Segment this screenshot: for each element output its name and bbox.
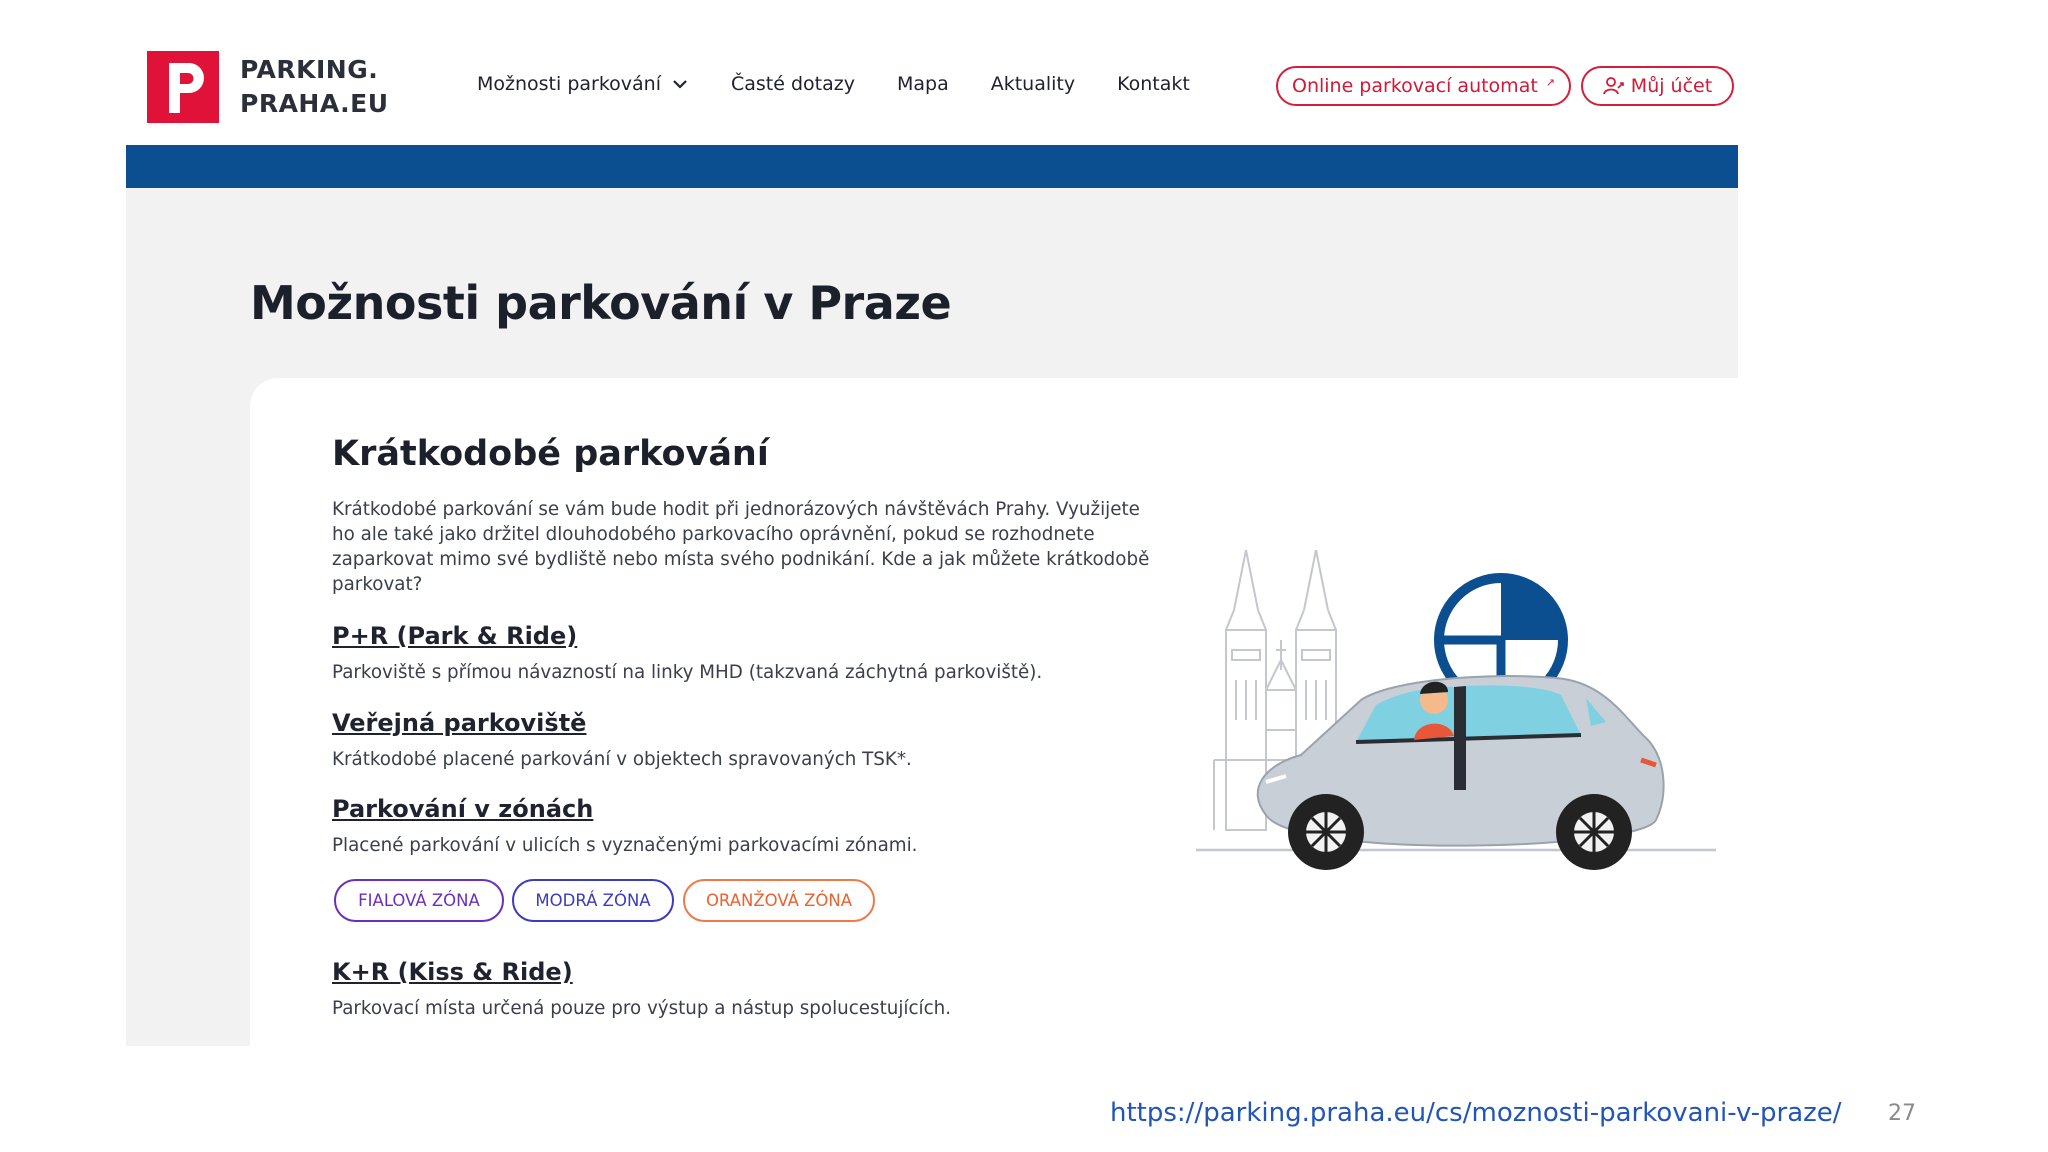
logo-p-icon: [147, 51, 219, 123]
logo-wordmark: PARKING. PRAHA.EU: [240, 53, 389, 121]
source-url-link[interactable]: https://parking.praha.eu/cs/moznosti-par…: [1110, 1098, 1842, 1128]
option-link-verejna-parkoviste[interactable]: Veřejná parkoviště: [332, 709, 586, 737]
logo-line-2: PRAHA.EU: [240, 89, 389, 118]
my-account-button[interactable]: Můj účet: [1581, 66, 1734, 106]
main-nav: Možnosti parkování Časté dotazy Mapa Akt…: [477, 73, 1190, 95]
button-label: Online parkovací automat: [1291, 75, 1538, 97]
nav-item-label: Kontakt: [1117, 73, 1190, 95]
online-parking-meter-button[interactable]: Online parkovací automat ↗: [1276, 66, 1571, 106]
car-icon: [1256, 675, 1665, 870]
option-description: Parkoviště s přímou návazností na linky …: [332, 662, 1043, 683]
chevron-down-icon: [673, 80, 687, 89]
nav-item-aktuality[interactable]: Aktuality: [991, 73, 1075, 95]
zone-tag-orange[interactable]: ORANŽOVÁ ZÓNA: [683, 879, 875, 922]
option-link-parkovani-v-zonach[interactable]: Parkování v zónách: [332, 795, 593, 823]
website-screenshot: PARKING. PRAHA.EU Možnosti parkování Čas…: [126, 0, 1738, 1046]
nav-item-mapa[interactable]: Mapa: [897, 73, 949, 95]
button-label: Můj účet: [1630, 75, 1713, 97]
section-intro: Krátkodobé parkování se vám bude hodit p…: [332, 499, 1150, 595]
nav-item-caste-dotazy[interactable]: Časté dotazy: [731, 73, 855, 95]
section-title: Krátkodobé parkování: [332, 434, 769, 474]
page-title: Možnosti parkování v Praze: [250, 276, 952, 330]
external-link-icon: ↗: [1545, 75, 1556, 89]
nav-item-label: Aktuality: [990, 73, 1076, 95]
option-link-kiss-and-ride[interactable]: K+R (Kiss & Ride): [332, 958, 573, 986]
header-accent-bar: [126, 145, 1738, 188]
zone-tag-blue[interactable]: MODRÁ ZÓNA: [512, 879, 674, 922]
option-description: Placené parkování v ulicích s vyznačeným…: [332, 835, 918, 856]
zone-tag-purple[interactable]: FIALOVÁ ZÓNA: [334, 879, 504, 922]
option-link-park-and-ride[interactable]: P+R (Park & Ride): [332, 622, 577, 650]
car-clock-illustration: [1196, 550, 1716, 870]
nav-item-kontakt[interactable]: Kontakt: [1117, 73, 1190, 95]
user-icon: [1602, 77, 1624, 95]
site-logo[interactable]: PARKING. PRAHA.EU: [147, 51, 389, 123]
nav-item-label: Mapa: [896, 73, 949, 95]
option-description: Parkovací místa určená pouze pro výstup …: [332, 998, 952, 1019]
nav-item-label: Časté dotazy: [731, 73, 855, 95]
logo-line-1: PARKING.: [240, 55, 379, 84]
nav-item-moznosti-parkovani[interactable]: Možnosti parkování: [477, 73, 689, 95]
option-description: Krátkodobé placené parkování v objektech…: [332, 749, 912, 770]
slide-page-number: 27: [1888, 1101, 1916, 1126]
nav-item-label: Možnosti parkování: [477, 73, 661, 95]
